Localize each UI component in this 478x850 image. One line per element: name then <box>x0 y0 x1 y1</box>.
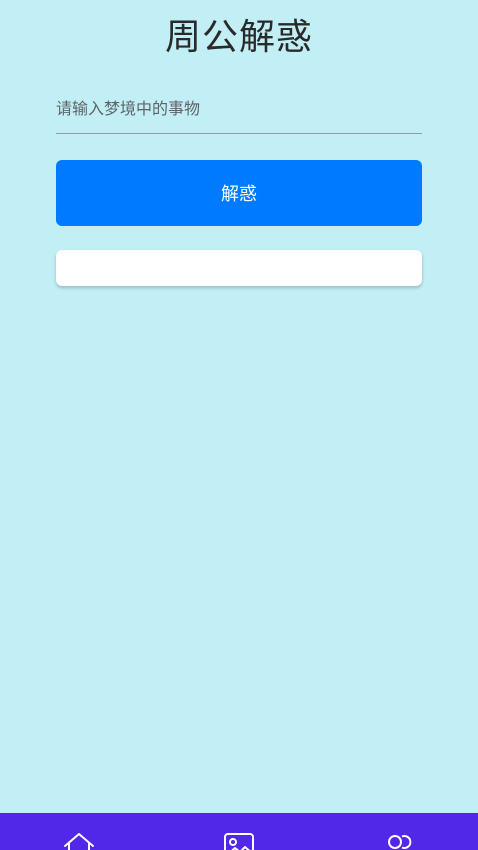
nav-home[interactable] <box>59 831 99 850</box>
image-icon <box>224 833 254 850</box>
dream-input[interactable] <box>56 88 422 134</box>
interpret-button[interactable]: 解惑 <box>56 160 422 226</box>
result-card <box>56 250 422 286</box>
bottom-nav <box>0 813 478 850</box>
nav-users[interactable] <box>379 831 419 850</box>
nav-image[interactable] <box>219 831 259 850</box>
users-icon <box>388 835 412 849</box>
page-title: 周公解惑 <box>164 17 313 58</box>
home-icon <box>64 833 94 850</box>
